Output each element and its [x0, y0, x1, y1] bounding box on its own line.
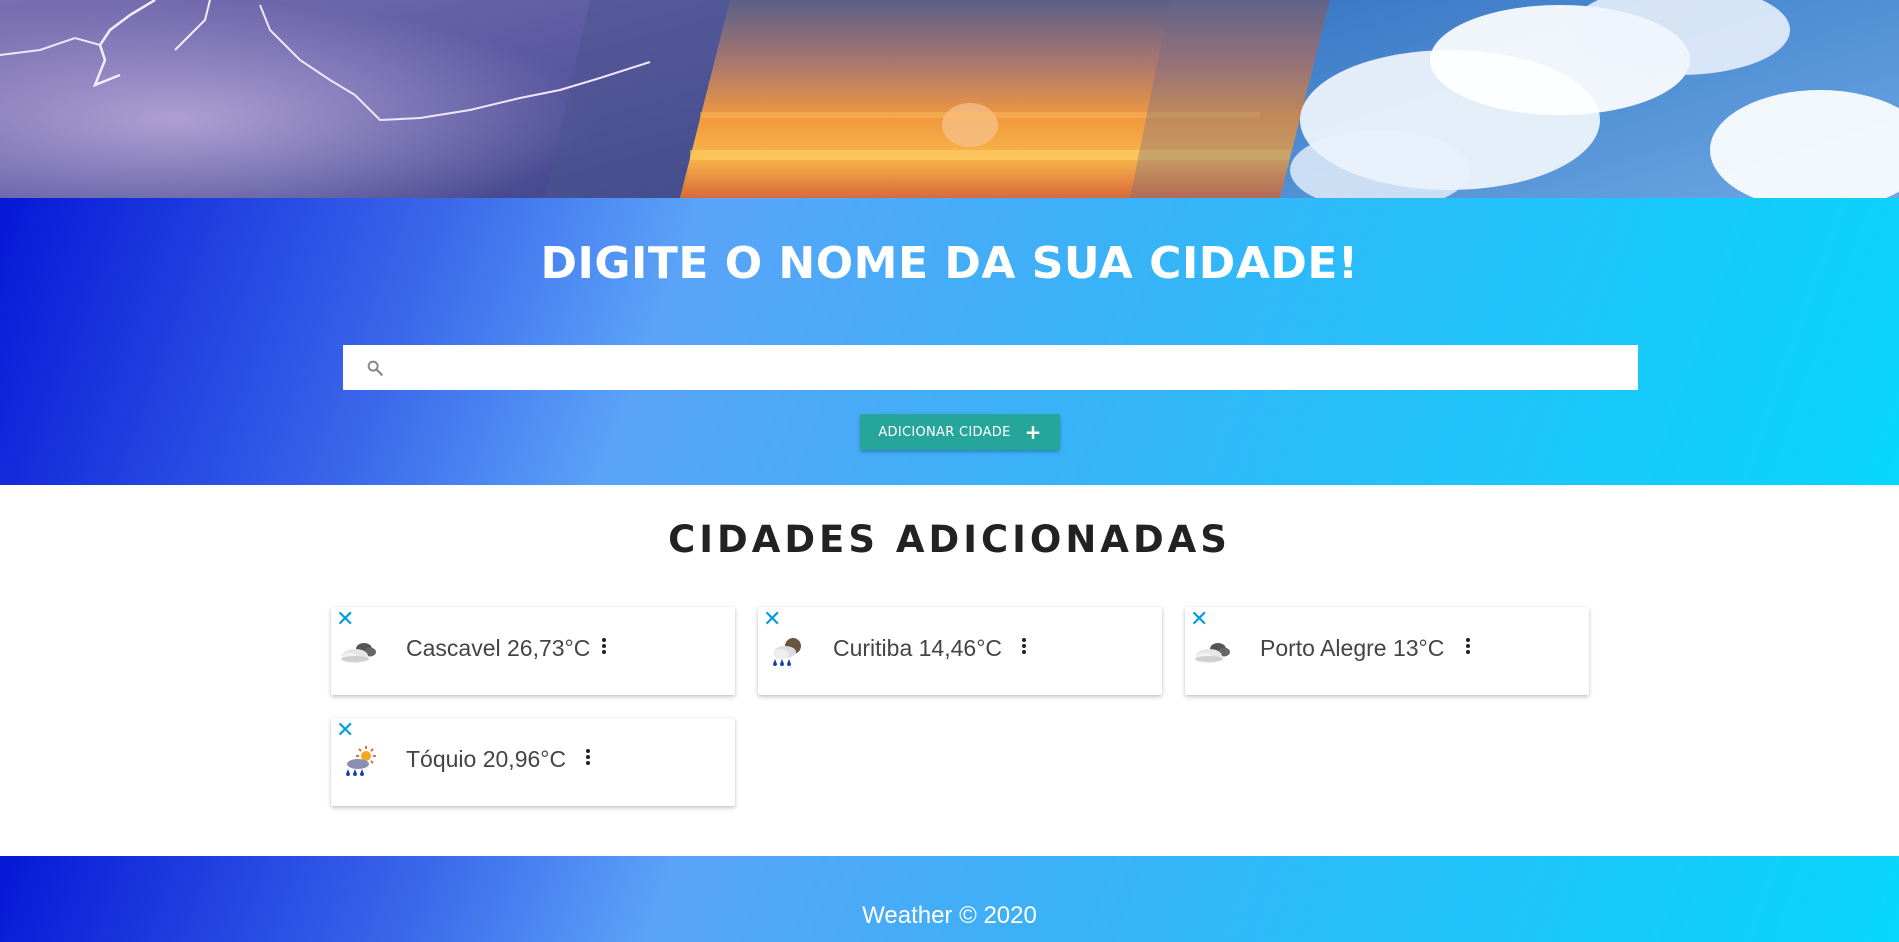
city-weather-label: Porto Alegre 13°C: [1260, 635, 1445, 661]
add-city-button[interactable]: ADICIONAR CIDADE +: [860, 414, 1060, 450]
close-icon[interactable]: ✕: [336, 609, 354, 631]
city-card: ✕ Curitiba 14,46°C: [758, 607, 1162, 695]
weather-banner: [0, 0, 1899, 198]
banner-image: [0, 0, 1899, 198]
footer-copyright: Weather © 2020: [862, 902, 1037, 929]
city-weather-label: Curitiba 14,46°C: [833, 635, 1003, 661]
plus-icon: +: [1024, 420, 1042, 444]
city-weather-label: Cascavel 26,73°C: [406, 635, 591, 661]
city-card: ✕ Cascavel 26,73°C: [331, 607, 735, 695]
more-vert-icon[interactable]: [599, 635, 609, 657]
city-card: ✕ Porto Alegre 13°C: [1185, 607, 1589, 695]
close-icon[interactable]: ✕: [763, 609, 781, 631]
footer: Weather © 2020: [0, 856, 1899, 942]
search-box[interactable]: [343, 345, 1638, 390]
rain-sun-icon: [346, 746, 376, 776]
page-title: DIGITE O NOME DA SUA CIDADE!: [540, 238, 1359, 289]
cities-section-title: CIDADES ADICIONADAS: [668, 518, 1231, 561]
more-vert-icon[interactable]: [583, 746, 593, 768]
city-card: ✕ Tóquio 20,96°C: [331, 718, 735, 806]
rain-night-icon: [773, 638, 801, 666]
search-section: DIGITE O NOME DA SUA CIDADE! ADICIONAR C…: [0, 198, 1899, 485]
add-city-button-label: ADICIONAR CIDADE: [878, 424, 1011, 440]
search-icon: [365, 358, 385, 378]
more-vert-icon[interactable]: [1463, 635, 1473, 657]
city-search-input[interactable]: [395, 345, 1638, 390]
cloudy-icon: [341, 643, 376, 663]
close-icon[interactable]: ✕: [1190, 609, 1208, 631]
close-icon[interactable]: ✕: [336, 720, 354, 742]
city-weather-label: Tóquio 20,96°C: [406, 746, 567, 772]
more-vert-icon[interactable]: [1019, 635, 1029, 657]
cloudy-icon: [1195, 643, 1230, 663]
